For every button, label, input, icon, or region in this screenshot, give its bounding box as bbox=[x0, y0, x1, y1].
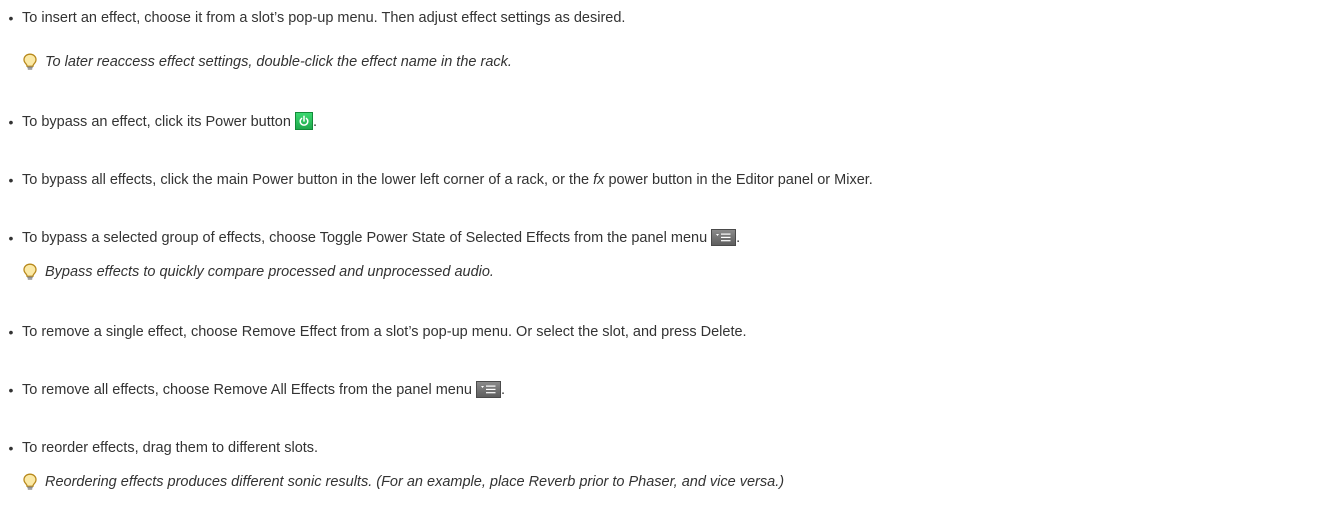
list-item-text-after: . bbox=[501, 382, 506, 398]
list-item-text-after: power button in the Editor panel or Mixe… bbox=[604, 172, 873, 188]
bullet-dot: • bbox=[8, 324, 14, 340]
list-item-text: To insert an effect, choose it from a sl… bbox=[22, 10, 626, 26]
list-item-text-after: . bbox=[312, 114, 317, 130]
panel-menu-icon bbox=[476, 381, 501, 398]
document-body: • To insert an effect, choose it from a … bbox=[0, 0, 1341, 525]
bullet-dot: • bbox=[8, 440, 14, 456]
lightbulb-icon bbox=[22, 473, 38, 491]
bullet-dot: • bbox=[8, 10, 14, 26]
list-item-text-before: To remove all effects, choose Remove All… bbox=[22, 382, 472, 398]
bullet-dot: • bbox=[8, 230, 14, 246]
fx-label: fx bbox=[593, 172, 605, 188]
tip-text: Reordering effects produces different so… bbox=[45, 474, 785, 490]
list-item-text-before: To bypass a selected group of effects, c… bbox=[22, 230, 708, 246]
list-item-text-before: To bypass an effect, click its Power but… bbox=[22, 114, 291, 130]
list-item-text: To remove a single effect, choose Remove… bbox=[22, 324, 747, 340]
lightbulb-icon bbox=[22, 263, 38, 281]
lightbulb-icon bbox=[22, 53, 38, 71]
list-item-text: To bypass all effects, click the main Po… bbox=[22, 170, 873, 190]
list-item-text: To bypass an effect, click its Power but… bbox=[22, 112, 317, 132]
bullet-dot: • bbox=[8, 382, 14, 398]
list-item-text: To remove all effects, choose Remove All… bbox=[22, 380, 505, 400]
bullet-dot: • bbox=[8, 172, 14, 188]
list-item-text-before: To bypass all effects, click the main Po… bbox=[22, 172, 594, 188]
list-item-text: To reorder effects, drag them to differe… bbox=[22, 440, 319, 456]
bullet-dot: • bbox=[8, 114, 14, 130]
tip-text: To later reaccess effect settings, doubl… bbox=[45, 54, 512, 70]
panel-menu-icon bbox=[711, 229, 737, 246]
list-item-text-after: . bbox=[736, 230, 741, 246]
list-item-text: To bypass a selected group of effects, c… bbox=[22, 228, 740, 248]
tip-text: Bypass effects to quickly compare proces… bbox=[45, 264, 494, 280]
power-icon bbox=[294, 112, 313, 130]
